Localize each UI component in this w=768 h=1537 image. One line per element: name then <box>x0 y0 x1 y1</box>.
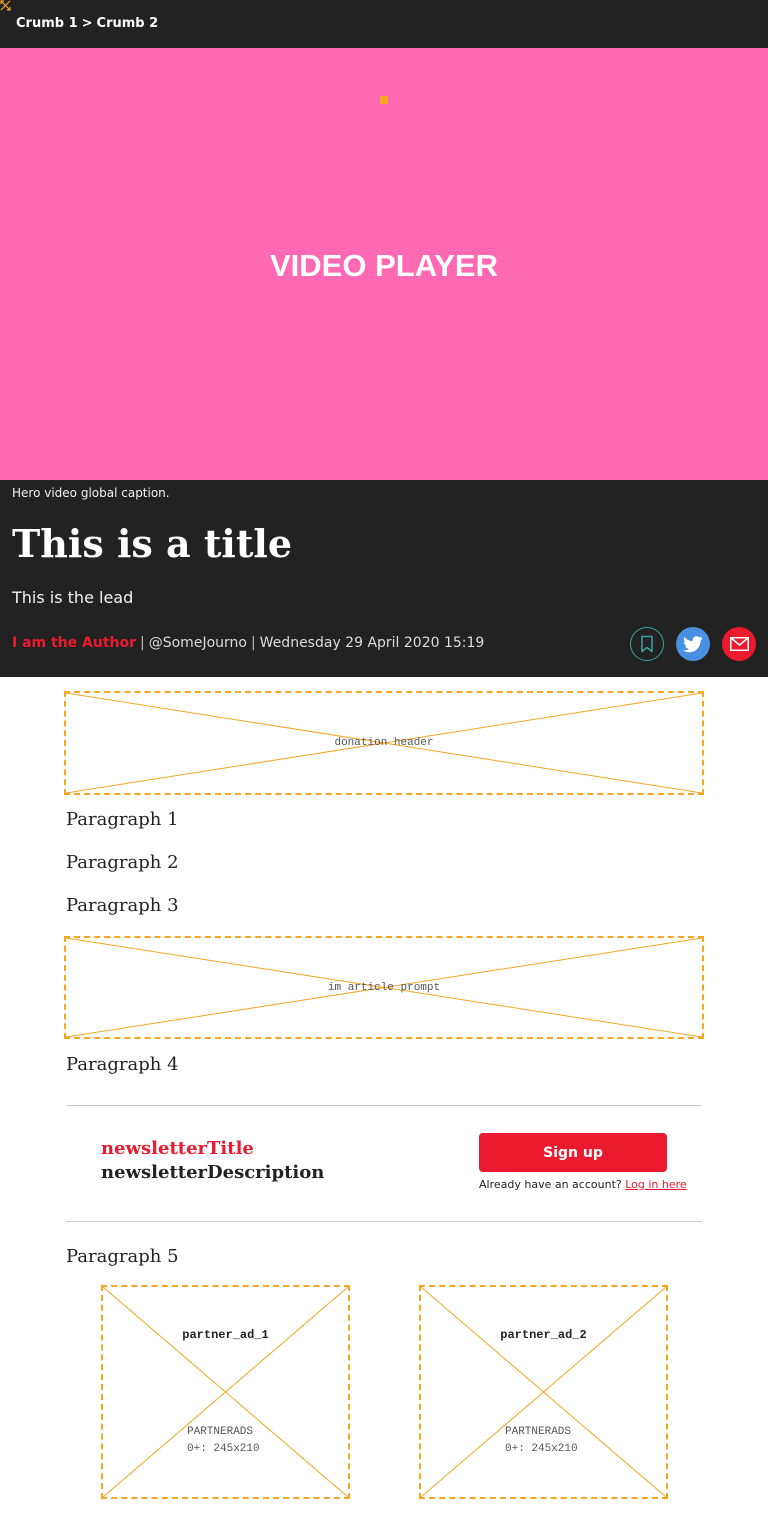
donation-header-label: donation header <box>334 737 434 749</box>
ad-slot-size: 0+: 245x210 <box>505 1443 578 1455</box>
paragraph: Paragraph 4 <box>66 1054 179 1075</box>
signup-button[interactable]: Sign up <box>479 1133 667 1172</box>
paragraph: Paragraph 5 <box>66 1246 179 1267</box>
paragraph: Paragraph 3 <box>66 895 179 916</box>
ad-slot-type: PARTNERADS <box>187 1426 254 1438</box>
article-prompt-placeholder: im article prompt <box>64 936 704 1039</box>
divider <box>66 1221 702 1222</box>
author-handle[interactable]: @SomeJourno <box>149 635 247 651</box>
divider <box>66 1105 702 1106</box>
top-bar: Crumb 1 > Crumb 2 <box>0 0 768 48</box>
byline-divider: | <box>250 635 256 651</box>
twitter-icon <box>683 635 703 652</box>
ad-slot-name: partner_ad_2 <box>500 1328 587 1342</box>
email-icon <box>729 637 749 651</box>
bookmark-icon <box>641 635 653 653</box>
article-title: This is a title <box>12 521 293 566</box>
byline: I am the Author | @SomeJourno | Wednesday 29… <box>12 633 484 653</box>
ad-slot-name: partner_ad_1 <box>182 1328 269 1342</box>
breadcrumb: Crumb 1 > Crumb 2 <box>16 16 158 32</box>
article-header: Hero video global caption. This is a tit… <box>0 480 768 677</box>
video-player[interactable]: VIDEO PLAYER <box>0 48 768 480</box>
email-share-button[interactable] <box>722 627 756 661</box>
login-prompt: Already have an account? Log in here <box>479 1178 687 1192</box>
newsletter-title: newsletterTitle <box>101 1138 254 1159</box>
paragraph: Paragraph 2 <box>66 852 179 873</box>
newsletter-description: newsletterDescription <box>101 1162 325 1183</box>
hero-caption: Hero video global caption. <box>12 486 170 500</box>
ad-slot-type: PARTNERADS <box>505 1426 572 1438</box>
donation-header-placeholder: donation header <box>64 691 704 795</box>
bookmark-button[interactable] <box>630 627 664 661</box>
breadcrumb-separator: > <box>81 16 93 31</box>
placeholder-cross <box>421 1287 666 1497</box>
byline-divider: | <box>140 635 145 651</box>
partner-ad-slot[interactable]: partner_ad_2 PARTNERADS 0+: 245x210 <box>419 1285 668 1499</box>
video-loading-indicator <box>380 96 388 104</box>
article-lead: This is the lead <box>12 588 134 607</box>
paragraph: Paragraph 1 <box>66 809 179 830</box>
twitter-share-button[interactable] <box>676 627 710 661</box>
ad-slot-size: 0+: 245x210 <box>187 1443 260 1455</box>
publish-date: Wednesday 29 April 2020 15:19 <box>259 635 485 651</box>
author-link[interactable]: I am the Author <box>12 635 136 651</box>
breadcrumb-item-2[interactable]: Crumb 2 <box>97 16 159 31</box>
login-link[interactable]: Log in here <box>625 1178 686 1191</box>
placeholder-cross <box>103 1287 348 1497</box>
expand-icon <box>0 0 11 11</box>
video-player-label: VIDEO PLAYER <box>270 248 498 283</box>
login-prompt-text: Already have an account? <box>479 1178 622 1191</box>
partner-ad-slot[interactable]: partner_ad_1 PARTNERADS 0+: 245x210 <box>101 1285 350 1499</box>
article-prompt-label: im article prompt <box>327 982 441 994</box>
breadcrumb-item-1[interactable]: Crumb 1 <box>16 16 78 31</box>
